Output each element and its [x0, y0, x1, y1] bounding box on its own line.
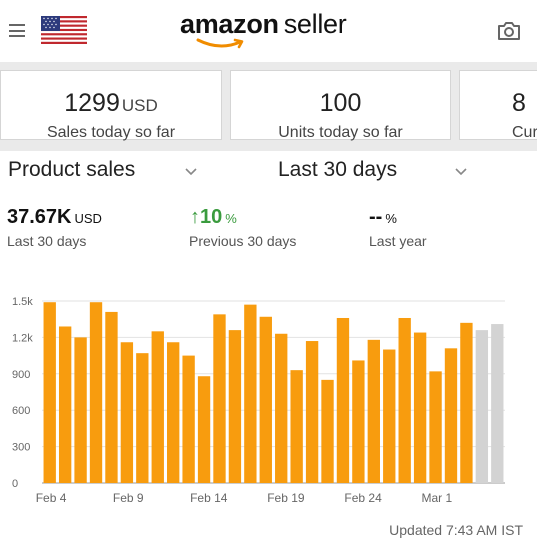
sales-bar[interactable] [305, 341, 319, 483]
card-value: 1299 USD [1, 89, 221, 118]
sales-bar[interactable] [43, 302, 56, 483]
up-arrow-icon: ↑ [190, 206, 200, 228]
sales-bar[interactable] [352, 360, 365, 483]
x-tick-label: Feb 14 [190, 491, 228, 505]
brand-logo: amazon seller [180, 9, 347, 40]
sales-bar[interactable] [398, 317, 411, 483]
y-tick-label: 1.2k [12, 332, 33, 344]
sales-today-label: Sales today so far [46, 124, 176, 141]
y-tick-label: 600 [12, 405, 30, 417]
sales-bar[interactable] [105, 311, 118, 483]
summary-cards-strip[interactable]: 1299 USD Sales today so far 100 Units tod… [0, 62, 537, 151]
sales-bar[interactable] [367, 339, 380, 483]
y-tick-label: 300 [12, 442, 30, 454]
sales-bar[interactable] [259, 316, 272, 483]
camera-icon[interactable] [497, 21, 521, 41]
current-value-number: 37.67K [7, 206, 72, 228]
brand-name: amazon [180, 9, 279, 39]
last-year-change: --% [369, 206, 397, 229]
projected-bar[interactable] [475, 330, 489, 483]
previous-period-label: Previous 30 days [189, 233, 297, 249]
change-value-number: 10 [200, 206, 223, 228]
previous-period-change: ↑10% [190, 206, 237, 229]
sales-bar[interactable] [413, 332, 427, 483]
sales-today-value: 1299 [64, 89, 120, 117]
sales-bar[interactable] [383, 349, 396, 483]
sales-bar[interactable] [444, 348, 458, 483]
current-period-label: Last 30 days [7, 233, 87, 249]
metric-dropdown-label: Product sales [8, 158, 136, 181]
third-card-value: 8 [512, 89, 526, 117]
x-tick-label: Feb 9 [113, 491, 144, 505]
sales-bar[interactable] [136, 353, 149, 483]
sales-bar[interactable] [89, 302, 103, 483]
sales-bar[interactable] [151, 331, 164, 483]
sales-bar[interactable] [197, 376, 211, 483]
last-updated-text: Updated 7:43 AM IST [389, 522, 523, 538]
third-summary-card[interactable]: 8 Cur [459, 70, 537, 141]
y-tick-label: 1.5k [12, 296, 33, 308]
sales-bar-chart: 0 300 600 900 1.2k 1.5k Feb 4 Feb 9 Feb 14 Feb 19… [12, 296, 505, 505]
x-tick-label: Feb 24 [344, 491, 382, 505]
sales-bar[interactable] [58, 326, 72, 483]
sales-bar[interactable] [290, 370, 303, 483]
sales-bar[interactable] [429, 371, 442, 483]
x-tick-label: Feb 19 [267, 491, 305, 505]
sales-today-card[interactable]: 1299 USD Sales today so far [0, 70, 222, 141]
x-tick-label: Feb 4 [36, 491, 67, 505]
hamburger-menu-icon[interactable] [9, 24, 25, 37]
third-card-label: Cur [512, 124, 537, 141]
sales-bar[interactable] [228, 330, 242, 483]
change-value-unit: % [225, 211, 237, 226]
last-year-unit: % [385, 211, 397, 226]
sales-bar[interactable] [213, 314, 226, 483]
sales-bar[interactable] [74, 337, 87, 483]
date-range-label: Last 30 days [278, 158, 398, 181]
current-period-value: 37.67K USD [7, 206, 102, 229]
us-flag-icon[interactable] [41, 16, 87, 44]
current-value-unit: USD [74, 211, 102, 226]
sales-bar[interactable] [120, 342, 134, 483]
sales-bar[interactable] [336, 317, 350, 483]
units-today-value: 100 [319, 89, 362, 117]
sales-bar[interactable] [167, 342, 180, 483]
app-header: amazon seller [0, 0, 537, 63]
sales-bar[interactable] [182, 355, 195, 483]
card-value: 100 [231, 89, 450, 118]
last-year-label: Last year [369, 233, 427, 249]
y-tick-label: 900 [12, 369, 30, 381]
metric-chevron-down-icon[interactable] [185, 168, 197, 176]
sales-bar[interactable] [321, 379, 334, 483]
units-today-label: Units today so far [278, 124, 403, 141]
amazon-smile-icon [196, 38, 244, 49]
range-chevron-down-icon[interactable] [455, 168, 467, 176]
projected-bar[interactable] [491, 324, 504, 483]
metric-dropdown[interactable]: Product sales [8, 158, 135, 182]
sales-today-unit: USD [121, 96, 158, 115]
brand-suffix: seller [283, 9, 347, 39]
last-year-value: -- [369, 206, 383, 228]
sales-bar[interactable] [460, 322, 473, 483]
x-tick-label: Mar 1 [422, 491, 453, 505]
date-range-dropdown[interactable]: Last 30 days [278, 158, 397, 182]
units-today-card[interactable]: 100 Units today so far [230, 70, 451, 141]
sales-bar[interactable] [275, 333, 288, 483]
y-tick-label: 0 [12, 478, 18, 490]
sales-bar[interactable] [244, 304, 257, 483]
